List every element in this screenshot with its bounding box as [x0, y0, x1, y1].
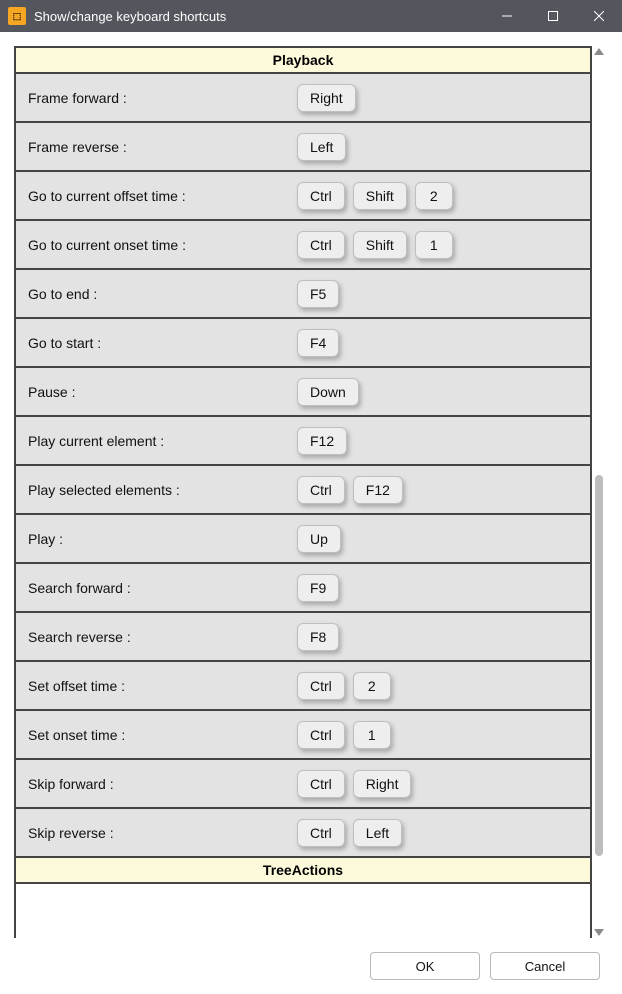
row-keys: F8 [291, 623, 339, 651]
key-chip[interactable]: Shift [353, 231, 407, 259]
row-label: Go to end : [16, 286, 291, 302]
key-chip[interactable]: Up [297, 525, 341, 553]
window-title: Show/change keyboard shortcuts [34, 9, 484, 24]
row-label: Play : [16, 531, 291, 547]
scroll-up-icon[interactable] [594, 48, 604, 55]
scroll-down-icon[interactable] [594, 929, 604, 936]
key-chip[interactable]: Ctrl [297, 231, 345, 259]
key-chip[interactable]: F5 [297, 280, 339, 308]
key-chip[interactable]: Left [353, 819, 402, 847]
dialog-body: Playback Frame forward : Right Frame rev… [0, 32, 622, 994]
key-chip[interactable]: Down [297, 378, 359, 406]
app-icon: ⬚ [8, 7, 26, 25]
key-chip[interactable]: Ctrl [297, 721, 345, 749]
key-chip[interactable]: F12 [353, 476, 403, 504]
dialog-footer: OK Cancel [14, 938, 606, 994]
scrollbar[interactable] [592, 46, 606, 938]
row-keys: Ctrl F12 [291, 476, 403, 504]
row-goto-offset[interactable]: Go to current offset time : Ctrl Shift 2 [16, 172, 590, 221]
key-chip[interactable]: 1 [415, 231, 453, 259]
shortcuts-scroll-area: Playback Frame forward : Right Frame rev… [14, 46, 606, 938]
key-chip[interactable]: Right [297, 84, 356, 112]
row-label: Skip forward : [16, 776, 291, 792]
row-keys: Right [291, 84, 356, 112]
scroll-thumb[interactable] [595, 475, 603, 856]
row-keys: Ctrl Left [291, 819, 402, 847]
row-keys: Ctrl Shift 1 [291, 231, 453, 259]
row-play-selected[interactable]: Play selected elements : Ctrl F12 [16, 466, 590, 515]
row-label: Frame forward : [16, 90, 291, 106]
row-keys: Ctrl 1 [291, 721, 391, 749]
row-label: Play current element : [16, 433, 291, 449]
key-chip[interactable]: Left [297, 133, 346, 161]
close-button[interactable] [576, 0, 622, 32]
row-search-reverse[interactable]: Search reverse : F8 [16, 613, 590, 662]
row-play-current[interactable]: Play current element : F12 [16, 417, 590, 466]
key-chip[interactable]: Shift [353, 182, 407, 210]
row-label: Set offset time : [16, 678, 291, 694]
row-keys: F5 [291, 280, 339, 308]
key-chip[interactable]: 1 [353, 721, 391, 749]
key-chip[interactable]: Ctrl [297, 182, 345, 210]
row-pause[interactable]: Pause : Down [16, 368, 590, 417]
row-label: Play selected elements : [16, 482, 291, 498]
titlebar[interactable]: ⬚ Show/change keyboard shortcuts [0, 0, 622, 32]
key-chip[interactable]: 2 [353, 672, 391, 700]
row-keys: Left [291, 133, 346, 161]
key-chip[interactable]: F8 [297, 623, 339, 651]
key-chip[interactable]: F12 [297, 427, 347, 455]
key-chip[interactable]: Right [353, 770, 412, 798]
key-chip[interactable]: Ctrl [297, 476, 345, 504]
ok-button[interactable]: OK [370, 952, 480, 980]
maximize-icon [548, 11, 558, 21]
row-label: Skip reverse : [16, 825, 291, 841]
row-frame-forward[interactable]: Frame forward : Right [16, 74, 590, 123]
key-chip[interactable]: F9 [297, 574, 339, 602]
minimize-button[interactable] [484, 0, 530, 32]
row-label: Search reverse : [16, 629, 291, 645]
row-set-offset[interactable]: Set offset time : Ctrl 2 [16, 662, 590, 711]
key-chip[interactable]: F4 [297, 329, 339, 357]
row-set-onset[interactable]: Set onset time : Ctrl 1 [16, 711, 590, 760]
key-chip[interactable]: Ctrl [297, 819, 345, 847]
row-label: Set onset time : [16, 727, 291, 743]
scroll-track[interactable] [595, 59, 603, 925]
row-keys: Ctrl 2 [291, 672, 391, 700]
row-keys: Down [291, 378, 359, 406]
row-keys: F4 [291, 329, 339, 357]
row-keys: Ctrl Shift 2 [291, 182, 453, 210]
row-keys: F9 [291, 574, 339, 602]
row-search-forward[interactable]: Search forward : F9 [16, 564, 590, 613]
row-label: Go to current offset time : [16, 188, 291, 204]
key-chip[interactable]: 2 [415, 182, 453, 210]
row-goto-end[interactable]: Go to end : F5 [16, 270, 590, 319]
row-label: Frame reverse : [16, 139, 291, 155]
row-label: Go to current onset time : [16, 237, 291, 253]
row-label: Pause : [16, 384, 291, 400]
close-icon [594, 11, 604, 21]
section-header-treeactions: TreeActions [16, 858, 590, 884]
row-keys: F12 [291, 427, 347, 455]
shortcuts-list: Playback Frame forward : Right Frame rev… [14, 46, 592, 938]
minimize-icon [502, 11, 512, 21]
row-frame-reverse[interactable]: Frame reverse : Left [16, 123, 590, 172]
row-label: Search forward : [16, 580, 291, 596]
row-goto-onset[interactable]: Go to current onset time : Ctrl Shift 1 [16, 221, 590, 270]
section-header-playback: Playback [16, 48, 590, 74]
maximize-button[interactable] [530, 0, 576, 32]
cancel-button[interactable]: Cancel [490, 952, 600, 980]
row-keys: Ctrl Right [291, 770, 411, 798]
row-label: Go to start : [16, 335, 291, 351]
row-keys: Up [291, 525, 341, 553]
key-chip[interactable]: Ctrl [297, 672, 345, 700]
key-chip[interactable]: Ctrl [297, 770, 345, 798]
row-skip-forward[interactable]: Skip forward : Ctrl Right [16, 760, 590, 809]
row-play[interactable]: Play : Up [16, 515, 590, 564]
row-skip-reverse[interactable]: Skip reverse : Ctrl Left [16, 809, 590, 858]
row-goto-start[interactable]: Go to start : F4 [16, 319, 590, 368]
